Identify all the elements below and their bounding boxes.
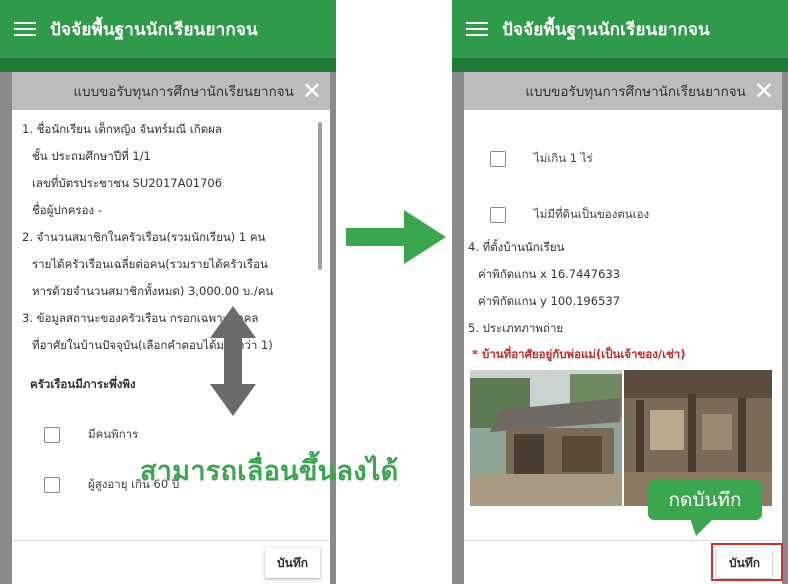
dialog-title: แบบขอรับทุนการศึกษานักเรียนยากจน — [73, 84, 294, 100]
scroll-hint-caption: สามารถเลื่อนขึ้นลงได้ — [140, 456, 399, 487]
household-status-line-continued: ที่อาศัยในบ้านปัจจุบัน(เลือกคำตอบได้มากก… — [32, 338, 273, 352]
id-card-line: เลขที่บัตรประชาชน SU2017A01706 — [32, 176, 223, 190]
callout-tail — [690, 518, 714, 536]
checkbox[interactable] — [44, 477, 60, 493]
tab-strip — [452, 58, 788, 72]
guardian-line: ชื่อผู้ปกครอง - — [32, 203, 102, 217]
dialog-header: แบบขอรับทุนการศึกษานักเรียนยากจน ✕ — [12, 72, 330, 110]
hamburger-menu-icon[interactable] — [14, 22, 36, 36]
checkbox-label: ไม่มีที่ดินเป็นของตนเอง — [534, 207, 650, 221]
app-bar: ปัจจัยพื้นฐานนักเรียนยากจน — [452, 0, 788, 58]
tab-strip — [0, 58, 336, 72]
app-title: ปัจจัยพื้นฐานนักเรียนยากจน — [502, 19, 710, 40]
callout-text: กดบันทึก — [668, 489, 742, 511]
close-icon[interactable]: ✕ — [754, 79, 774, 103]
photo-caption: * บ้านที่อาศัยอยู่กับพ่อแม่(เป็นเจ้าของ/… — [472, 347, 686, 361]
hamburger-menu-icon[interactable] — [466, 22, 488, 36]
scroll-up-down-arrow-icon — [210, 306, 256, 416]
checkbox-row-no-own-land[interactable]: ไม่มีที่ดินเป็นของตนเอง — [468, 196, 772, 234]
student-name-line: 1. ชื่อนักเรียน เด็กหญิง จันทร์มณี เกิดผ… — [22, 122, 222, 136]
income-line-continued: หารด้วยจำนวนสมาชิกทั้งหมด) 3,000.00 บ./ค… — [32, 284, 274, 298]
income-line: รายได้ครัวเรือนเฉลี่ยต่อคน(รวมรายได้ครัว… — [32, 257, 268, 271]
app-title: ปัจจัยพื้นฐานนักเรียนยากจน — [50, 19, 258, 40]
checkbox[interactable] — [490, 207, 506, 223]
app-bar: ปัจจัยพื้นฐานนักเรียนยากจน — [0, 0, 336, 58]
dialog-body-scrollable[interactable]: ไม่เกิน 1 ไร่ ไม่มีที่ดินเป็นของตนเอง 4.… — [464, 110, 782, 540]
photo-type-section-title: 5. ประเภทภาพถ่าย — [468, 321, 564, 335]
scholarship-dialog: แบบขอรับทุนการศึกษานักเรียนยากจน ✕ 1. ชื… — [12, 72, 330, 584]
save-button-highlight — [711, 543, 783, 581]
student-grade-line: ชั้น ประถมศึกษาปีที่ 1/1 — [32, 149, 151, 163]
longitude-line: ค่าพิกัดแกน y 100.196537 — [478, 294, 621, 308]
save-button[interactable]: บันทึก — [265, 548, 320, 578]
tutorial-canvas: ปัจจัยพื้นฐานนักเรียนยากจน แบบขอรับทุนกา… — [0, 0, 788, 584]
close-icon[interactable]: ✕ — [302, 79, 322, 103]
latitude-line: ค่าพิกัดแกน x 16.7447633 — [478, 267, 621, 281]
scrollbar-thumb[interactable] — [318, 122, 322, 270]
dialog-title: แบบขอรับทุนการศึกษานักเรียนยากจน — [525, 84, 746, 100]
household-status-line: 3. ข้อมูลสถานะของครัวเรือน กรอกเฉพาะบุคค… — [22, 311, 259, 325]
checkbox-label: ไม่เกิน 1 ไร่ — [534, 151, 593, 165]
dependents-subheading: ครัวเรือนมีภาระพึ่งพิง — [30, 377, 136, 391]
checkbox[interactable] — [44, 427, 60, 443]
dialog-footer: บันทึก — [12, 540, 330, 584]
checkbox-row-land-under-1-rai[interactable]: ไม่เกิน 1 ไร่ — [468, 140, 772, 178]
save-hint-callout: กดบันทึก — [648, 480, 762, 536]
dialog-header: แบบขอรับทุนการศึกษานักเรียนยากจน ✕ — [464, 72, 782, 110]
arrow-right-icon — [346, 210, 446, 264]
checkbox[interactable] — [490, 151, 506, 167]
phone-screen-left: ปัจจัยพื้นฐานนักเรียนยากจน แบบขอรับทุนกา… — [0, 0, 336, 584]
location-section-title: 4. ที่ตั้งบ้านนักเรียน — [468, 240, 565, 254]
checkbox-label: มีคนพิการ — [88, 427, 139, 441]
household-members-line: 2. จำนวนสมาชิกในครัวเรือน(รวมนักเรียน) 1… — [22, 230, 266, 244]
